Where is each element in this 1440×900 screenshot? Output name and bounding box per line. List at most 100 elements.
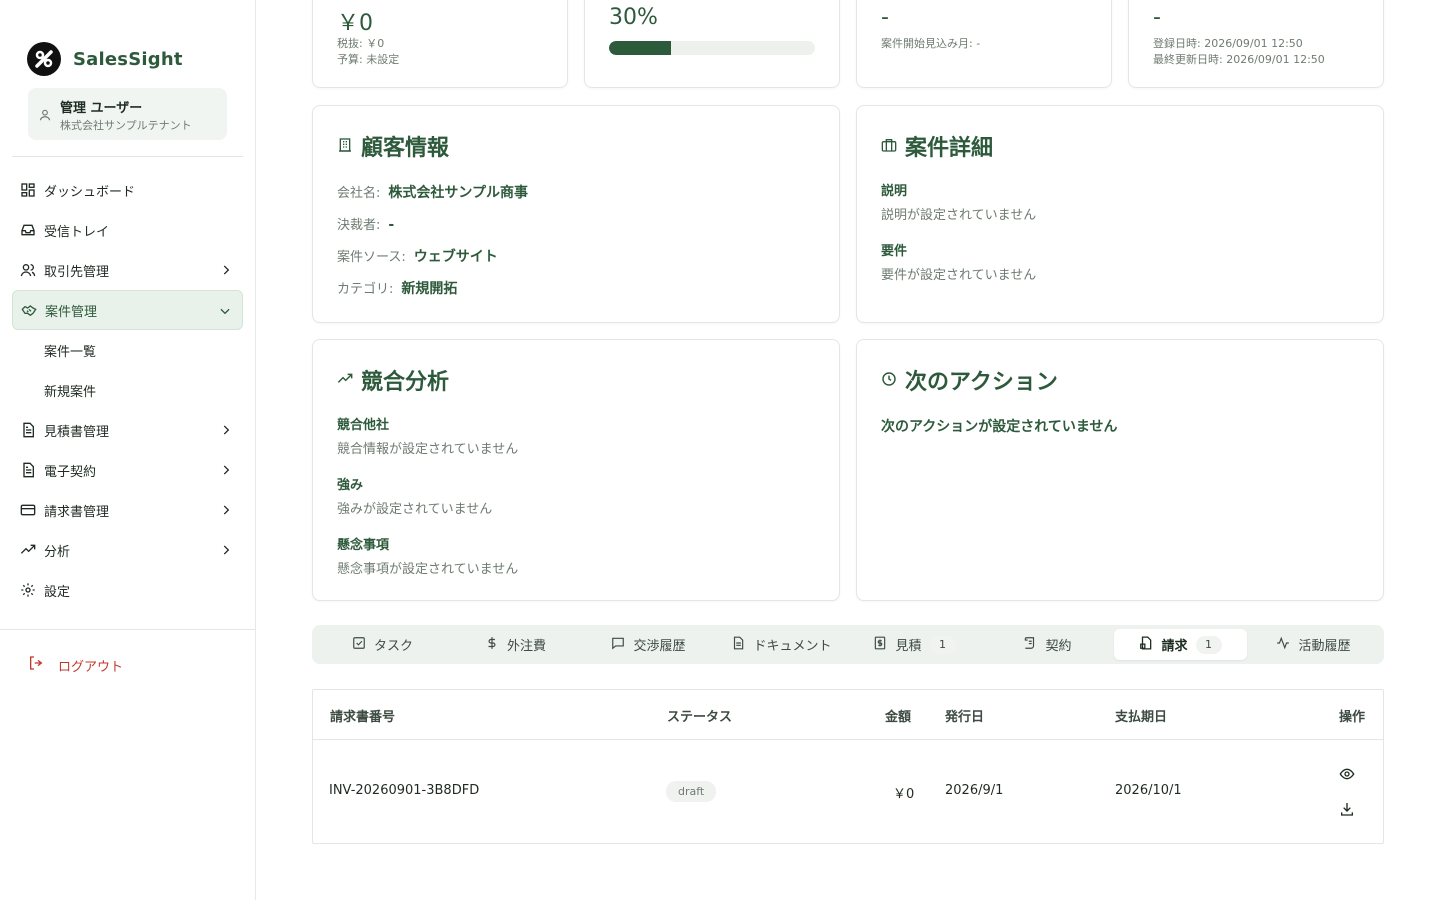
invoice-due-date: 2026/10/1	[1115, 783, 1182, 798]
col-header-status: ステータス	[667, 710, 733, 725]
briefcase-icon	[881, 134, 897, 159]
concern-value: 懸念事項が設定されていません	[337, 562, 519, 577]
deal-detail-card: 案件詳細 説明 説明が設定されていません 要件 要件が設定されていません	[856, 105, 1384, 323]
next-action-card: 次のアクション 次のアクションが設定されていません	[856, 339, 1384, 601]
sidebar-item-invoices[interactable]: 請求書管理	[12, 490, 243, 530]
tab-invoices[interactable]: 請求 1	[1114, 629, 1247, 660]
invoice-icon	[1139, 636, 1153, 654]
col-header-due: 支払期日	[1115, 710, 1168, 725]
amount-card: ￥0 税抜: ￥0 予算: 未設定	[312, 0, 568, 88]
col-header-actions: 操作	[1339, 710, 1366, 725]
dashboard-icon	[20, 182, 36, 198]
handshake-icon	[21, 302, 37, 318]
chevron-right-icon	[219, 263, 233, 281]
sidebar-item-estimates[interactable]: 見積書管理	[12, 410, 243, 450]
clock-icon	[881, 368, 897, 393]
created-at: 登録日時: 2026/09/01 12:50	[1153, 37, 1303, 50]
amount-budget: 予算: 未設定	[337, 53, 400, 66]
logout-button[interactable]: ログアウト	[28, 655, 123, 675]
amount-value: ￥0	[337, 11, 373, 36]
sidebar-item-label: 電子契約	[44, 464, 97, 480]
competitor-label: 競合他社	[337, 418, 390, 433]
eye-icon	[1339, 767, 1355, 786]
competition-card: 競合分析 競合他社 競合情報が設定されていません 強み 強みが設定されていません…	[312, 339, 840, 601]
concern-label: 懸念事項	[337, 538, 390, 553]
category-row: カテゴリ: 新規開拓	[337, 278, 457, 298]
dates-value: -	[1153, 5, 1161, 30]
start-month-value: -	[881, 5, 889, 30]
tab-contracts[interactable]: 契約	[981, 629, 1114, 660]
estimate-count-badge: 1	[929, 635, 956, 654]
user-name: 管理 ユーザー	[60, 101, 143, 116]
download-icon	[1339, 802, 1355, 821]
decision-maker-row: 決裁者: -	[337, 217, 395, 233]
start-month-card: - 案件開始見込み月: -	[856, 0, 1112, 88]
strength-value: 強みが設定されていません	[337, 502, 493, 517]
tab-negotiation[interactable]: 交渉履歴	[582, 629, 715, 660]
sidebar-item-inbox[interactable]: 受信トレイ	[12, 210, 243, 250]
chevron-right-icon	[219, 463, 233, 481]
probability-value: 30%	[609, 5, 658, 30]
logo-icon	[27, 42, 61, 76]
download-invoice-button[interactable]	[1339, 801, 1355, 821]
dates-card: - 登録日時: 2026/09/01 12:50 最終更新日時: 2026/09…	[1128, 0, 1384, 88]
sidebar-item-analytics[interactable]: 分析	[12, 530, 243, 570]
gear-icon	[20, 582, 36, 598]
sidebar-divider	[12, 156, 243, 157]
sidebar-item-dashboard[interactable]: ダッシュボード	[12, 170, 243, 210]
invoice-issued-date: 2026/9/1	[945, 783, 1004, 798]
tab-documents[interactable]: ドキュメント	[715, 629, 848, 660]
deal-category: 新規開拓	[401, 281, 458, 297]
sidebar-item-e-contract[interactable]: 電子契約	[12, 450, 243, 490]
probability-progress-fill	[609, 41, 671, 55]
tab-estimates[interactable]: 見積 1	[848, 629, 981, 660]
sidebar-item-settings[interactable]: 設定	[12, 570, 243, 610]
document-icon	[20, 462, 36, 478]
card-icon	[20, 502, 36, 518]
user-card[interactable]: 管理 ユーザー 株式会社サンプルテナント	[28, 88, 227, 140]
col-header-amount: 金額	[885, 710, 912, 725]
probability-progress-bar	[609, 41, 815, 55]
sidebar-nav: ダッシュボード 受信トレイ 取引先管理 案件管理 案件一覧 新規案件 見積書管理	[12, 170, 243, 610]
invoice-count-badge: 1	[1195, 635, 1222, 654]
logout-label: ログアウト	[58, 659, 124, 675]
user-icon	[38, 107, 52, 126]
sidebar-divider	[0, 629, 255, 630]
sidebar-item-label: 案件一覧	[44, 344, 97, 360]
tab-tasks[interactable]: タスク	[316, 629, 449, 660]
contacts-icon	[20, 262, 36, 278]
app-logo[interactable]: SalesSight	[27, 42, 183, 76]
sidebar-subitem-new-deal[interactable]: 新規案件	[12, 370, 243, 410]
requirements-value: 要件が設定されていません	[881, 268, 1037, 283]
tab-activity[interactable]: 活動履歴	[1247, 629, 1380, 660]
sidebar-item-label: 新規案件	[44, 384, 97, 400]
view-invoice-button[interactable]	[1339, 766, 1355, 786]
trend-icon	[20, 542, 36, 558]
activity-icon	[1276, 636, 1290, 654]
col-header-issued: 発行日	[945, 710, 985, 725]
check-square-icon	[352, 636, 366, 654]
scroll-icon	[1023, 636, 1037, 654]
document-icon	[731, 636, 745, 654]
description-label: 説明	[881, 184, 908, 199]
start-month-sub: 案件開始見込み月: -	[881, 37, 981, 50]
deal-source: ウェブサイト	[413, 249, 498, 265]
chat-icon	[611, 636, 625, 654]
sidebar-item-deals[interactable]: 案件管理	[12, 290, 243, 330]
document-icon	[20, 422, 36, 438]
dollar-icon	[485, 636, 499, 654]
deal-tabs: タスク 外注費 交渉履歴 ドキュメント 見積 1 契約 請求 1 活動履歴	[312, 625, 1384, 664]
chevron-right-icon	[219, 503, 233, 521]
tab-outsourcing[interactable]: 外注費	[449, 629, 582, 660]
requirements-label: 要件	[881, 244, 908, 259]
sidebar-item-contacts[interactable]: 取引先管理	[12, 250, 243, 290]
next-action-text: 次のアクションが設定されていません	[881, 419, 1118, 435]
logout-icon	[28, 655, 44, 675]
invoice-number[interactable]: INV-20260901-3B8DFD	[329, 783, 479, 798]
amount-tax: 税抜: ￥0	[337, 37, 385, 50]
probability-card: 30%	[584, 0, 840, 88]
sidebar-item-label: ダッシュボード	[44, 184, 136, 200]
sidebar-subitem-deal-list[interactable]: 案件一覧	[12, 330, 243, 370]
updated-at: 最終更新日時: 2026/09/01 12:50	[1153, 53, 1325, 66]
building-icon	[337, 134, 353, 159]
